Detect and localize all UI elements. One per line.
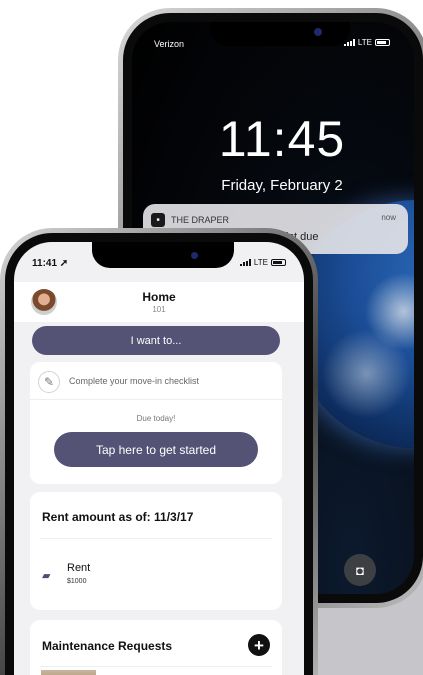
notification-app: ■ THE DRAPER [151,213,229,227]
app-header: Home 101 [14,282,304,322]
i-want-to-button[interactable]: I want to... [32,326,280,355]
notch [210,22,350,46]
checklist-item-label: Complete your move-in checklist [69,376,200,386]
battery-icon [375,39,390,46]
plus-circle-icon[interactable]: + [248,634,270,656]
rent-item-label[interactable]: Rent [67,562,90,574]
front-camera [314,28,322,36]
money-icon: ▰ [42,570,51,582]
maintenance-card: Maintenance Requests + [30,620,282,675]
status-indicators: LTE [239,258,286,267]
maintenance-card-title: Maintenance Requests [42,639,173,653]
app-phone: 11:41 ➚ LTE Home 101 I want to... ✎ Comp… [0,228,318,675]
divider [40,666,272,667]
request-thumbnail[interactable] [41,670,96,675]
rent-item-amount: $1000 [67,578,87,585]
rent-card-title: Rent amount as of: 11/3/17 [42,510,194,524]
app-phone-bezel: 11:41 ➚ LTE Home 101 I want to... ✎ Comp… [5,233,313,675]
get-started-button[interactable]: Tap here to get started [54,432,258,467]
signal-icon [239,259,251,266]
divider [40,538,272,539]
marketing-scene: Verizon LTE 11:45 Friday, February 2 ■ T… [0,0,423,675]
carrier-label: Verizon [154,39,185,49]
page-title: Home [142,290,176,304]
due-text: Due today! [136,414,176,423]
notification-app-name: THE DRAPER [171,215,230,225]
checklist-item[interactable]: ✎ Complete your move-in checklist [30,362,282,400]
network-label: LTE [357,38,372,47]
notification-time: now [381,213,396,222]
status-indicators: LTE [343,38,390,47]
lock-date: Friday, February 2 [221,177,343,194]
checklist-card: ✎ Complete your move-in checklist Due to… [30,362,282,484]
app-screen: 11:41 ➚ LTE Home 101 I want to... ✎ Comp… [14,242,304,675]
pencil-icon: ✎ [38,371,60,393]
unit-number: 101 [152,305,166,314]
rent-card: Rent amount as of: 11/3/17 ▰ Rent $1000 [30,492,282,610]
lock-clock: 11:45 [218,111,346,167]
status-time: 11:41 ➚ [32,258,69,269]
app-logo-icon: ■ [151,213,165,227]
network-label: LTE [253,258,268,267]
battery-icon [271,259,286,266]
notch [92,242,234,268]
front-camera [191,252,198,259]
signal-icon [343,39,355,46]
camera-icon[interactable]: ◘ [344,554,376,586]
